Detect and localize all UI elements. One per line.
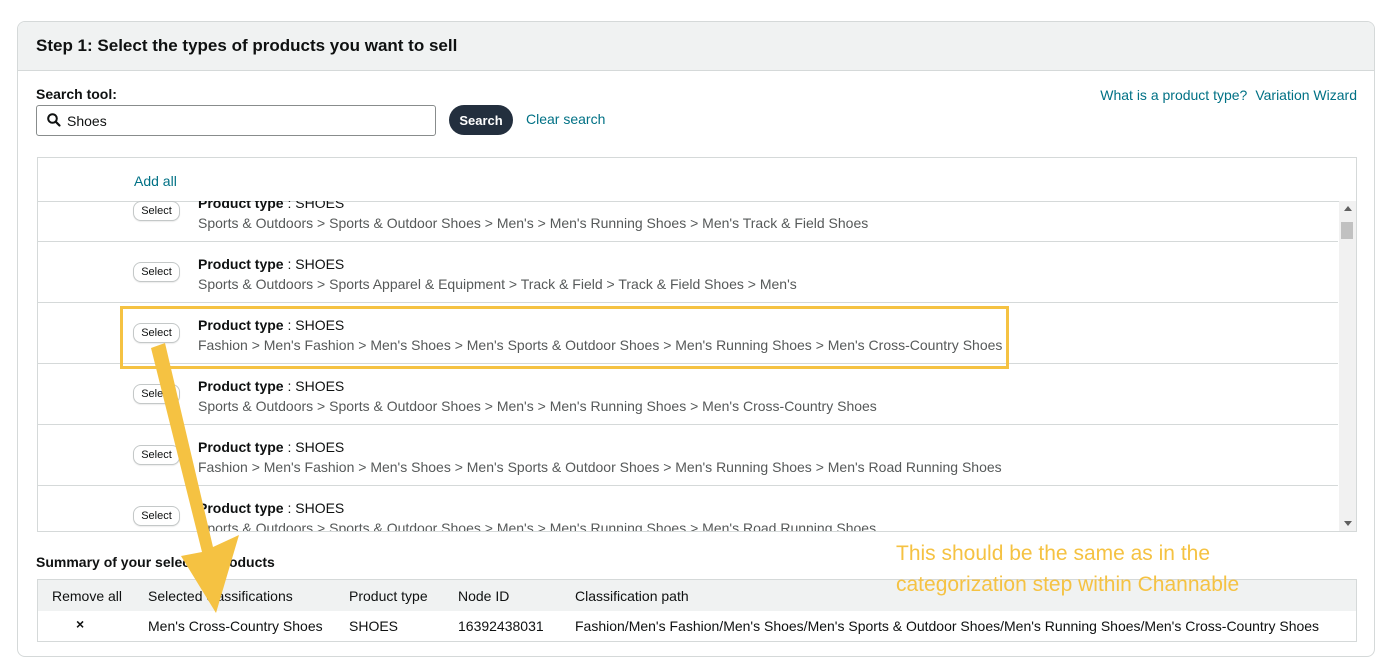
annotation-note-line-2: categorization step within Channable: [896, 573, 1240, 596]
annotation-note-line-1: This should be the same as in the: [896, 542, 1211, 565]
annotation-note: This should be the same as in the catego…: [896, 538, 1239, 600]
